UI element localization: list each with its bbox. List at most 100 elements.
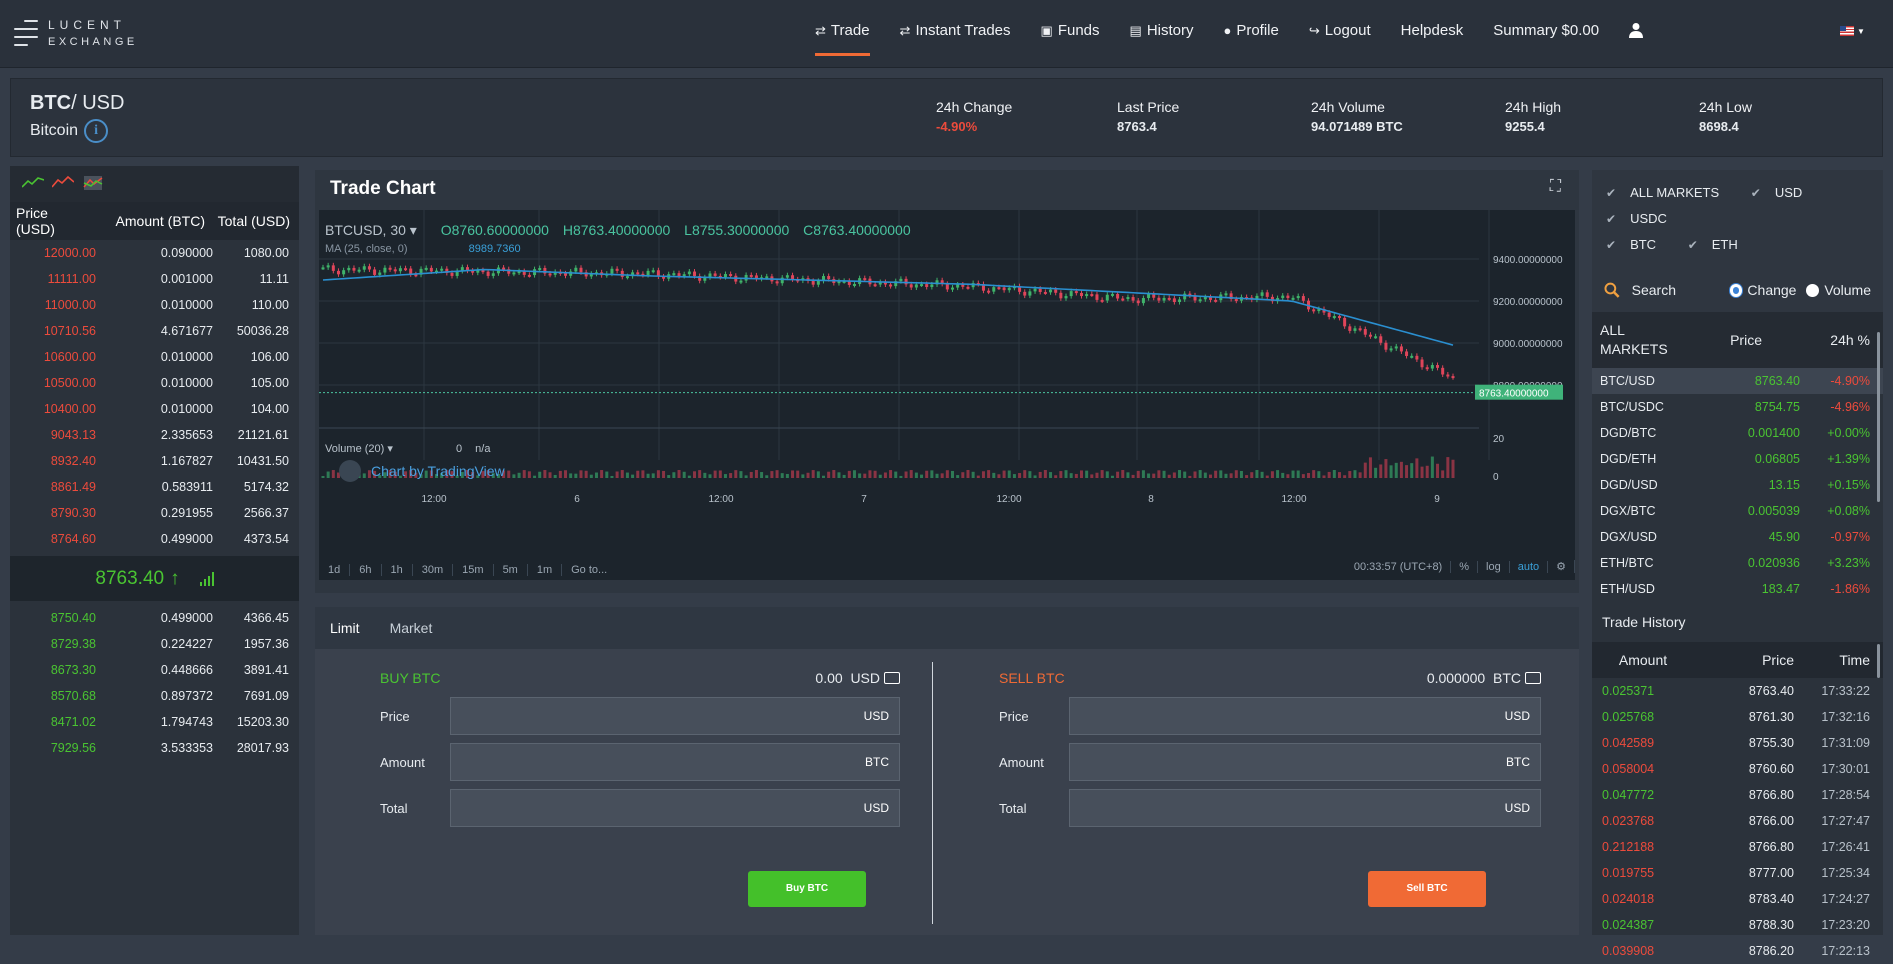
- time-tick-label: 9: [1434, 494, 1440, 505]
- tf-1d[interactable]: 1d: [319, 564, 351, 576]
- market-row[interactable]: ETH/BTC 0.020936 +3.23%: [1592, 550, 1883, 576]
- volume-bar: [1363, 462, 1367, 478]
- asks-chart-icon[interactable]: [52, 175, 74, 189]
- tf-6h[interactable]: 6h: [350, 564, 382, 576]
- asks-row[interactable]: 8861.49 0.583911 5174.32: [10, 474, 299, 500]
- asks-row[interactable]: 10400.00 0.010000 104.00: [10, 396, 299, 422]
- market-row[interactable]: DGX/BTC 0.005039 +0.08%: [1592, 498, 1883, 524]
- filter-usd[interactable]: ✔ USD: [1751, 185, 1817, 200]
- tf-15m[interactable]: 15m: [453, 564, 494, 576]
- goto-date[interactable]: Go to...: [562, 564, 616, 576]
- market-row[interactable]: DGD/BTC 0.001400 +0.00%: [1592, 420, 1883, 446]
- volume-bar: [847, 470, 851, 478]
- nav-helpdesk[interactable]: Helpdesk: [1401, 22, 1464, 56]
- cell: 4366.45: [243, 611, 289, 625]
- asks-row[interactable]: 9043.13 2.335653 21121.61: [10, 422, 299, 448]
- asks-row[interactable]: 12000.00 0.090000 1080.00: [10, 240, 299, 266]
- sell-amount-input[interactable]: BTC: [1069, 743, 1541, 781]
- bids-row[interactable]: 8673.30 0.448666 3891.41: [10, 657, 299, 683]
- trade-history-list: 0.025371 8763.40 17:33:22 0.025768 8761.30 17…: [1592, 678, 1883, 964]
- asks-row[interactable]: 8932.40 1.167827 10431.50: [10, 448, 299, 474]
- sort-volume-radio[interactable]: [1806, 283, 1820, 297]
- trade-history-scrollbar[interactable]: [1877, 644, 1880, 678]
- tf-30m[interactable]: 30m: [413, 564, 454, 576]
- volume-bar: [693, 471, 697, 478]
- buy-price-input[interactable]: USD: [450, 697, 900, 735]
- market-row[interactable]: DGX/USD 45.90 -0.97%: [1592, 524, 1883, 550]
- sell-btc-button[interactable]: Sell BTC: [1368, 871, 1486, 907]
- percent-toggle[interactable]: %: [1451, 560, 1479, 573]
- volume-bar: [1425, 465, 1429, 478]
- volume-bar: [873, 470, 877, 478]
- tf-5m[interactable]: 5m: [494, 564, 528, 576]
- filter-eth[interactable]: ✔ ETH: [1688, 237, 1752, 252]
- filter-btc[interactable]: ✔ BTC: [1606, 237, 1670, 252]
- asks-row[interactable]: 11111.00 0.001000 11.11: [10, 266, 299, 292]
- market-row[interactable]: DGD/USD 13.15 +0.15%: [1592, 472, 1883, 498]
- filter-all-markets[interactable]: ✔ ALL MARKETS: [1606, 185, 1733, 200]
- nav-trade[interactable]: ⇄ Trade: [815, 22, 870, 56]
- tradingview-link[interactable]: Chart by TradingView: [339, 460, 505, 482]
- bids-row[interactable]: 8729.38 0.224227 1957.36: [10, 631, 299, 657]
- cell: 110.00: [251, 298, 289, 312]
- nav-profile[interactable]: ● Profile: [1223, 22, 1278, 56]
- tf-1m[interactable]: 1m: [528, 564, 563, 576]
- volume-bar: [775, 470, 779, 478]
- trade-time: 17:30:01: [1821, 762, 1870, 776]
- search-input[interactable]: Search: [1632, 282, 1720, 298]
- chart-settings-gear-icon[interactable]: ⚙: [1548, 560, 1575, 573]
- market-row[interactable]: BTC/USD 8763.40 -4.90%: [1592, 368, 1883, 394]
- market-row[interactable]: DGD/ETH 0.06805 +1.39%: [1592, 446, 1883, 472]
- nav-history[interactable]: ▤ History: [1130, 22, 1194, 56]
- buy-total-input[interactable]: USD: [450, 789, 900, 827]
- log-toggle[interactable]: log: [1478, 560, 1510, 573]
- account-user-icon[interactable]: [1629, 22, 1644, 56]
- volume-bar: [558, 470, 562, 478]
- buy-amount-input[interactable]: BTC: [450, 743, 900, 781]
- filter-usdc[interactable]: ✔ USDC: [1606, 211, 1681, 226]
- tab-limit[interactable]: Limit: [330, 620, 360, 636]
- buy-btc-button[interactable]: Buy BTC: [748, 871, 866, 907]
- market-price: 13.15: [1768, 478, 1800, 492]
- nav-instant-trades[interactable]: ⇄ Instant Trades: [900, 22, 1011, 56]
- volume-bar: [620, 470, 624, 478]
- volume-bar: [1358, 472, 1362, 478]
- sort-change-radio[interactable]: [1729, 283, 1743, 297]
- nav-summary[interactable]: Summary $0.00: [1493, 22, 1599, 56]
- both-chart-icon[interactable]: [82, 175, 104, 191]
- asks-row[interactable]: 10500.00 0.010000 105.00: [10, 370, 299, 396]
- markets-scrollbar[interactable]: [1877, 332, 1880, 502]
- bids-chart-icon[interactable]: [22, 175, 44, 189]
- us-flag-icon[interactable]: [1840, 26, 1854, 36]
- volume-bar: [1399, 461, 1403, 478]
- market-name: DGD/ETH: [1600, 452, 1657, 466]
- market-row[interactable]: ETH/USD 183.47 -1.86%: [1592, 576, 1883, 602]
- symbol-select[interactable]: BTCUSD, 30 ▾: [325, 222, 417, 238]
- asks-row[interactable]: 11000.00 0.010000 110.00: [10, 292, 299, 318]
- nav-funds[interactable]: ▣ Funds: [1041, 22, 1100, 56]
- asks-row[interactable]: 8790.30 0.291955 2566.37: [10, 500, 299, 526]
- auto-toggle[interactable]: auto: [1510, 560, 1549, 573]
- sell-total-input[interactable]: USD: [1069, 789, 1541, 827]
- bids-row[interactable]: 8570.68 0.897372 7691.09: [10, 683, 299, 709]
- info-icon[interactable]: i: [84, 119, 109, 143]
- asks-row[interactable]: 10710.56 4.671677 50036.28: [10, 318, 299, 344]
- fullscreen-icon[interactable]: ⛶: [1550, 178, 1561, 196]
- market-row[interactable]: BTC/USDC 8754.75 -4.96%: [1592, 394, 1883, 420]
- candle-body: [1198, 299, 1202, 302]
- bids-row[interactable]: 7929.56 3.533353 28017.93: [10, 735, 299, 761]
- money-icon: ▣: [1040, 23, 1053, 38]
- asks-row[interactable]: 10600.00 0.010000 106.00: [10, 344, 299, 370]
- logo[interactable]: LUCENT EXCHANGE: [14, 16, 138, 52]
- sell-price-input[interactable]: USD: [1069, 697, 1541, 735]
- tradingview-chart[interactable]: 9400.00000000 9200.00000000 9000.00000000 8…: [319, 210, 1575, 580]
- bids-row[interactable]: 8750.40 0.499000 4366.45: [10, 605, 299, 631]
- bids-row[interactable]: 8471.02 1.794743 15203.30: [10, 709, 299, 735]
- tab-market[interactable]: Market: [390, 620, 433, 636]
- volume-bar: [796, 470, 800, 478]
- price-chart[interactable]: 9400.00000000 9200.00000000 9000.00000000 8…: [319, 210, 1575, 560]
- asks-row[interactable]: 8764.60 0.499000 4373.54: [10, 526, 299, 552]
- nav-logout[interactable]: ↪ Logout: [1309, 22, 1371, 56]
- tf-1h[interactable]: 1h: [382, 564, 413, 576]
- volume-bar: [1265, 475, 1269, 478]
